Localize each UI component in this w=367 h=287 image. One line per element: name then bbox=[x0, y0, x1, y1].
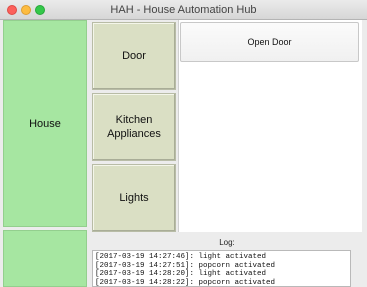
log-line: [2017-03-19 14:28:22]: popcorn activated bbox=[95, 278, 276, 287]
open-door-button[interactable]: Open Door bbox=[180, 22, 359, 62]
room-button-2[interactable] bbox=[3, 230, 87, 287]
log-label: Log: bbox=[219, 238, 235, 247]
title-bar[interactable]: HAH - House Automation Hub bbox=[0, 0, 367, 20]
log-side-gap bbox=[354, 250, 362, 287]
lights-button[interactable]: Lights bbox=[92, 164, 176, 232]
log-textarea[interactable]: [2017-03-19 14:27:46]: light activated [… bbox=[92, 250, 351, 287]
window-title: HAH - House Automation Hub bbox=[110, 4, 257, 16]
kitchen-appliances-button[interactable]: Kitchen Appliances bbox=[92, 93, 176, 161]
log-line: [2017-03-19 14:28:20]: light activated bbox=[95, 270, 267, 278]
log-line: [2017-03-19 14:27:51]: popcorn activated bbox=[95, 261, 276, 270]
main-content: House Door Kitchen Appliances Lights Ope… bbox=[0, 20, 367, 287]
door-button[interactable]: Door bbox=[92, 22, 176, 90]
log-line: [2017-03-19 14:27:46]: light activated bbox=[95, 253, 267, 261]
house-button[interactable]: House bbox=[3, 20, 87, 227]
